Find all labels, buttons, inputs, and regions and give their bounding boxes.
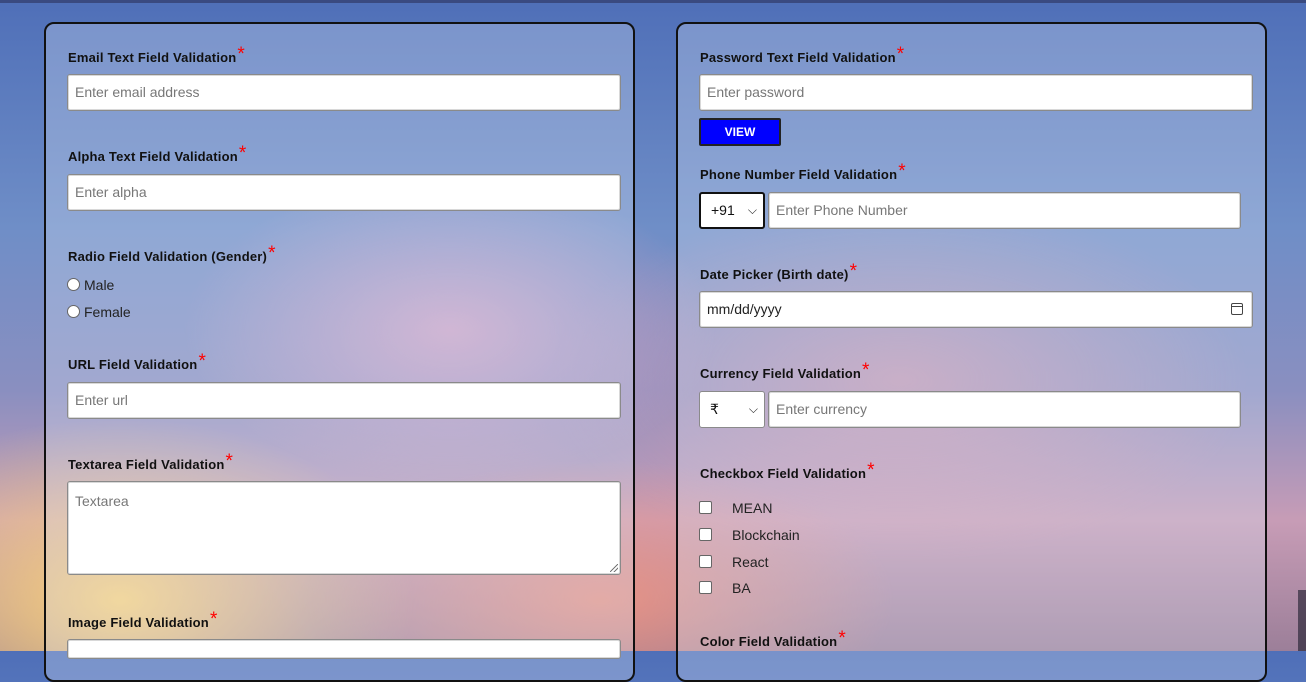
url-label: URL Field Validation* bbox=[68, 351, 207, 372]
mean-checkbox[interactable] bbox=[699, 501, 712, 514]
blockchain-checkbox[interactable] bbox=[699, 528, 712, 541]
chevron-down-icon: ⌵ bbox=[748, 402, 758, 416]
react-checkbox[interactable] bbox=[699, 555, 712, 568]
male-label: Male bbox=[84, 277, 115, 293]
url-input[interactable]: Enter url bbox=[67, 382, 621, 419]
gender-option-male[interactable]: Male bbox=[67, 277, 114, 293]
resize-handle-icon[interactable] bbox=[610, 564, 618, 572]
gender-option-female[interactable]: Female bbox=[67, 304, 131, 320]
checkbox-option-ba[interactable]: BA bbox=[699, 580, 751, 596]
alpha-input[interactable]: Enter alpha bbox=[67, 174, 621, 211]
react-label: React bbox=[732, 554, 769, 570]
mean-label: MEAN bbox=[732, 500, 773, 516]
textarea-label: Textarea Field Validation* bbox=[68, 451, 234, 472]
birthdate-input[interactable]: mm/dd/yyyy bbox=[699, 291, 1253, 328]
chevron-down-icon: ⌵ bbox=[747, 203, 757, 217]
top-border bbox=[0, 0, 1306, 3]
ba-checkbox[interactable] bbox=[699, 581, 712, 594]
currency-input[interactable]: Enter currency bbox=[768, 391, 1241, 428]
checkbox-label: Checkbox Field Validation* bbox=[700, 460, 875, 481]
view-password-button[interactable]: VIEW bbox=[699, 118, 781, 146]
phone-label: Phone Number Field Validation* bbox=[700, 161, 906, 182]
gender-label: Radio Field Validation (Gender)* bbox=[68, 243, 276, 264]
birthdate-label: Date Picker (Birth date)* bbox=[700, 261, 858, 282]
checkbox-option-blockchain[interactable]: Blockchain bbox=[699, 527, 800, 543]
left-form-panel bbox=[44, 22, 635, 682]
checkbox-option-mean[interactable]: MEAN bbox=[699, 500, 772, 516]
country-code-select[interactable]: +91 ⌵ bbox=[699, 192, 765, 229]
currency-label: Currency Field Validation* bbox=[700, 360, 870, 381]
female-radio[interactable] bbox=[67, 305, 80, 318]
password-input[interactable]: Enter password bbox=[699, 74, 1253, 111]
male-radio[interactable] bbox=[67, 278, 80, 291]
currency-select[interactable]: ₹ ⌵ bbox=[699, 391, 765, 428]
textarea-input[interactable]: Textarea bbox=[67, 481, 621, 575]
email-label: Email Text Field Validation* bbox=[68, 44, 246, 65]
checkbox-option-react[interactable]: React bbox=[699, 554, 769, 570]
image-label: Image Field Validation* bbox=[68, 609, 218, 630]
female-label: Female bbox=[84, 304, 131, 320]
password-label: Password Text Field Validation* bbox=[700, 44, 905, 65]
textarea-placeholder: Textarea bbox=[75, 493, 129, 509]
blockchain-label: Blockchain bbox=[732, 527, 800, 543]
ba-label: BA bbox=[732, 580, 751, 596]
email-input[interactable]: Enter email address bbox=[67, 74, 621, 111]
background-city-silhouette bbox=[1298, 590, 1306, 651]
calendar-icon[interactable] bbox=[1231, 303, 1243, 315]
date-placeholder: mm/dd/yyyy bbox=[707, 301, 782, 317]
color-label: Color Field Validation* bbox=[700, 628, 846, 649]
alpha-label: Alpha Text Field Validation* bbox=[68, 143, 247, 164]
image-input[interactable] bbox=[67, 639, 621, 659]
phone-input[interactable]: Enter Phone Number bbox=[768, 192, 1241, 229]
